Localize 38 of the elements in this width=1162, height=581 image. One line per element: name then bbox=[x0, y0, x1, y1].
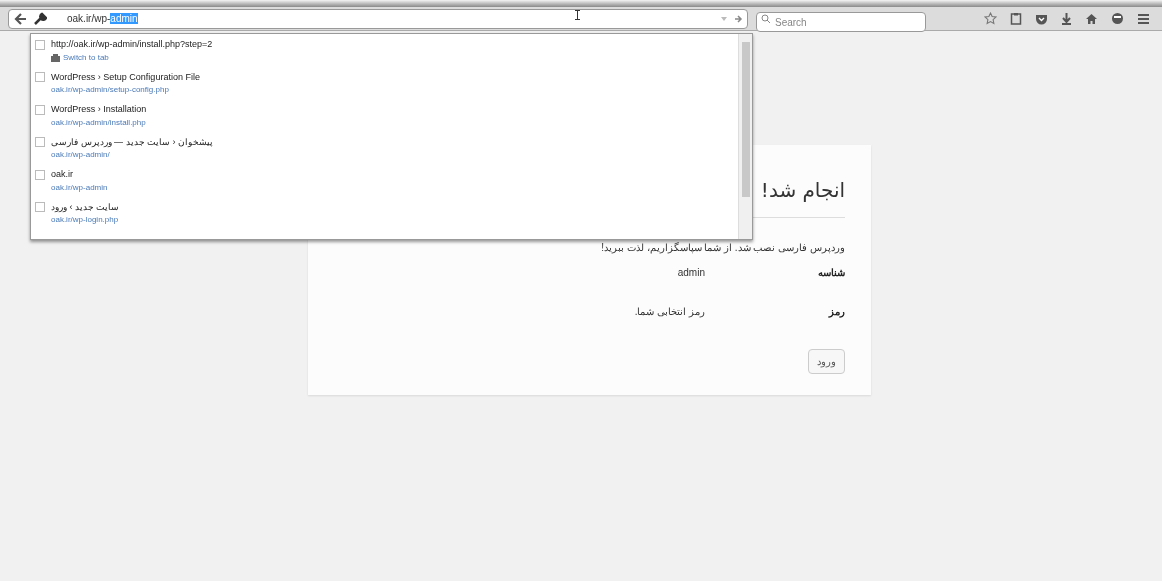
clipboard-icon[interactable] bbox=[1010, 12, 1022, 25]
menu-icon[interactable] bbox=[1137, 12, 1150, 25]
page-icon bbox=[35, 169, 45, 180]
suggestion-url[interactable]: oak.ir/wp-login.php bbox=[51, 214, 119, 226]
page-icon bbox=[35, 202, 45, 213]
suggestion-url[interactable]: oak.ir/wp-admin/install.php bbox=[51, 116, 146, 129]
login-button[interactable]: ورود bbox=[808, 349, 845, 374]
wrench-icon[interactable] bbox=[33, 11, 47, 26]
page-icon bbox=[35, 39, 45, 50]
suggestion-title[interactable]: WordPress › Setup Configuration File bbox=[51, 70, 200, 84]
download-icon[interactable] bbox=[1061, 12, 1072, 25]
star-icon[interactable] bbox=[984, 12, 997, 25]
text-cursor-icon bbox=[575, 10, 580, 20]
suggestion-url[interactable]: oak.ir/wp-admin bbox=[51, 181, 108, 194]
field-value: admin bbox=[677, 266, 705, 280]
suggestion-title[interactable]: سایت جدید › ورود bbox=[51, 200, 120, 214]
page-icon bbox=[35, 72, 45, 83]
suggestion-url[interactable]: oak.ir/wp-admin/setup-config.php bbox=[51, 84, 169, 96]
tab-icon bbox=[51, 53, 60, 62]
field-label: شناسه bbox=[817, 266, 845, 280]
pocket-icon[interactable] bbox=[1035, 12, 1048, 25]
suggestion-title[interactable]: http://oak.ir/wp-admin/install.php?step=2 bbox=[51, 38, 213, 52]
back-icon[interactable] bbox=[13, 10, 29, 27]
suggestion-title[interactable]: پیشخوان ‹ سایت جدید — وردپرس فارسی bbox=[51, 135, 213, 149]
success-message: وردپرس فارسی نصب شد. از شما سپاسگزاریم، لذت ببرید! bbox=[600, 241, 845, 255]
page-icon bbox=[35, 104, 45, 115]
suggestion-title[interactable]: WordPress › Installation bbox=[51, 103, 147, 117]
page-icon bbox=[35, 137, 45, 148]
field-label: رمز bbox=[827, 305, 845, 319]
search-icon bbox=[761, 13, 771, 24]
switch-to-tab-link[interactable]: Switch to tab bbox=[63, 51, 109, 64]
suggestion-title[interactable]: oak.ir bbox=[51, 168, 73, 182]
suggestion-url[interactable]: oak.ir/wp-admin/ bbox=[51, 149, 110, 161]
home-icon[interactable] bbox=[1085, 12, 1098, 25]
field-value: رمز انتخابی شما. bbox=[634, 305, 705, 319]
search-field[interactable]: Search bbox=[756, 12, 926, 32]
scrollbar[interactable] bbox=[738, 34, 752, 239]
go-arrow-icon[interactable] bbox=[733, 13, 743, 24]
